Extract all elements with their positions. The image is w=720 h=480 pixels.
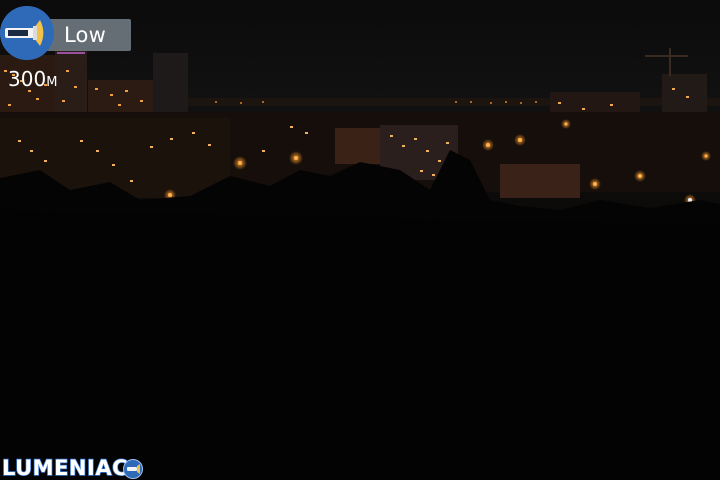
viewer-screen: Low 300M LUMENIAC (0, 0, 720, 480)
beam-distance-unit: M (46, 75, 58, 90)
flashlight-badge-icon (123, 459, 143, 479)
brand-name: LUMENIAC (1, 455, 128, 480)
night-city-scene (0, 0, 720, 480)
beam-distance-readout: 300M (8, 68, 57, 90)
mode-label: Low (64, 23, 106, 47)
brand-logo: LUMENIAC (1, 455, 143, 480)
flashlight-icon[interactable] (0, 6, 54, 60)
beam-distance-value: 300 (8, 67, 47, 91)
